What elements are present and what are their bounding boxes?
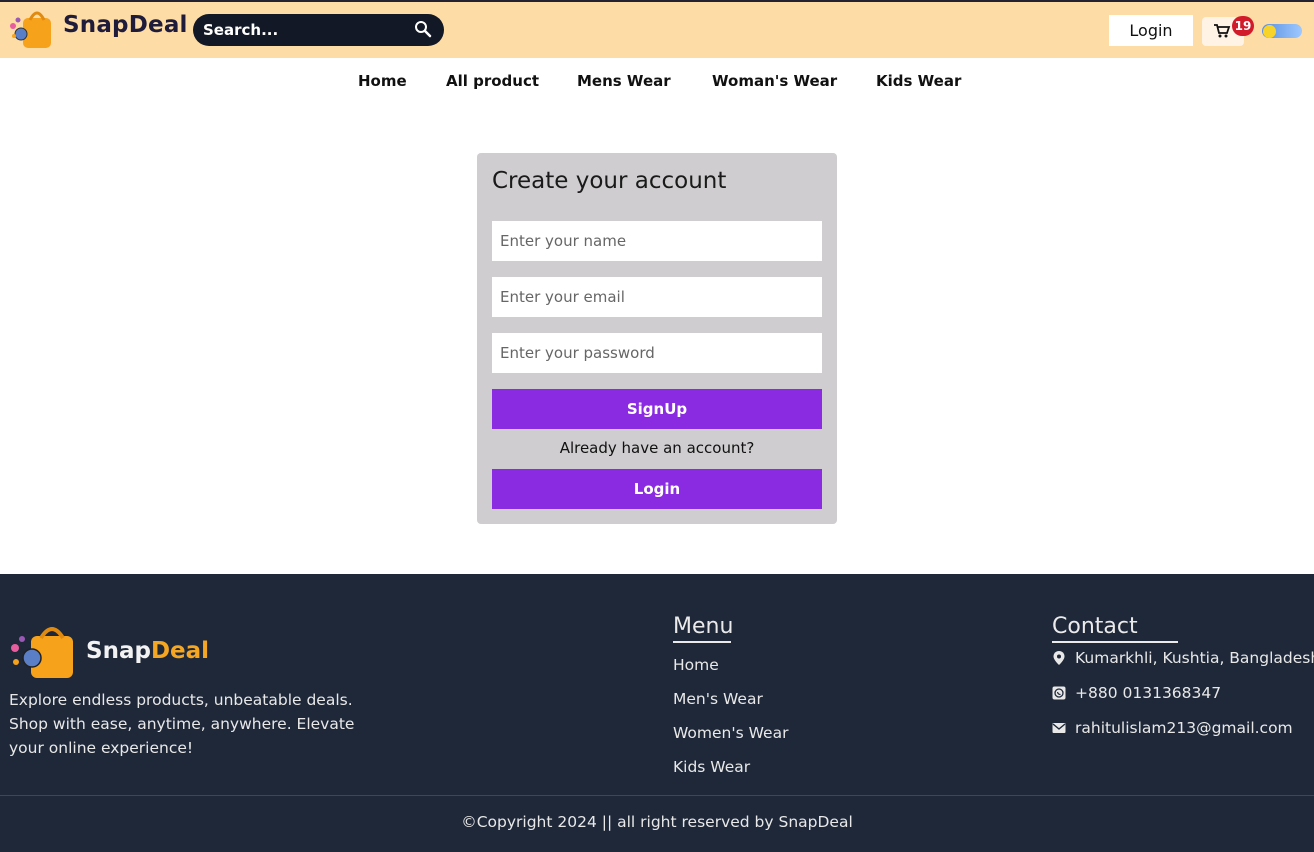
footer-logo-icon [9,624,75,684]
mail-icon [1052,723,1066,733]
nav-kids-wear[interactable]: Kids Wear [876,72,961,90]
copyright-text: ©Copyright 2024 || all right reserved by… [461,813,853,831]
brand-name[interactable]: SnapDeal [63,12,188,38]
nav-womans-wear[interactable]: Woman's Wear [712,72,837,90]
nav-mens-wear[interactable]: Mens Wear [577,72,671,90]
footer-brand: SnapDeal [86,638,209,664]
password-field[interactable] [492,333,822,373]
email-field[interactable] [492,277,822,317]
footer-link-kids-wear[interactable]: Kids Wear [673,758,750,776]
header-login-button[interactable]: Login [1109,15,1193,46]
footer-divider [0,795,1314,796]
already-have-account-text: Already have an account? [559,439,755,457]
cart-count-badge: 19 [1232,16,1254,36]
signup-title: Create your account [492,168,727,194]
nav-all-product[interactable]: All product [446,72,539,90]
contact-address: Kumarkhli, Kushtia, Bangladesh [1052,649,1314,667]
contact-heading-underline [1052,641,1178,643]
footer-link-mens-wear[interactable]: Men's Wear [673,690,763,708]
contact-address-text: Kumarkhli, Kushtia, Bangladesh [1075,649,1314,667]
footer-link-womens-wear[interactable]: Women's Wear [673,724,788,742]
signup-button[interactable]: SignUp [492,389,822,429]
footer-link-home[interactable]: Home [673,656,719,674]
logo-icon[interactable] [9,8,53,50]
nav-home[interactable]: Home [358,72,407,90]
whatsapp-icon [1052,686,1066,700]
footer-contact-heading: Contact [1052,614,1138,639]
search-bar [193,14,444,46]
theme-toggle-knob [1263,25,1276,38]
search-input[interactable] [203,18,403,42]
menu-heading-underline [673,641,731,643]
footer-description: Explore endless products, unbeatable dea… [9,691,355,757]
footer-brand-part1: Snap [86,638,151,664]
location-pin-icon [1053,651,1065,665]
contact-email-text: rahitulislam213@gmail.com [1075,719,1293,737]
footer-menu-heading: Menu [673,614,734,639]
contact-email: rahitulislam213@gmail.com [1052,719,1293,737]
search-icon[interactable] [414,20,434,40]
login-button[interactable]: Login [492,469,822,509]
contact-phone: +880 0131368347 [1052,684,1221,702]
name-field[interactable] [492,221,822,261]
cart-icon [1214,24,1231,38]
contact-phone-text: +880 0131368347 [1075,684,1222,702]
footer-brand-part2: Deal [150,638,210,664]
